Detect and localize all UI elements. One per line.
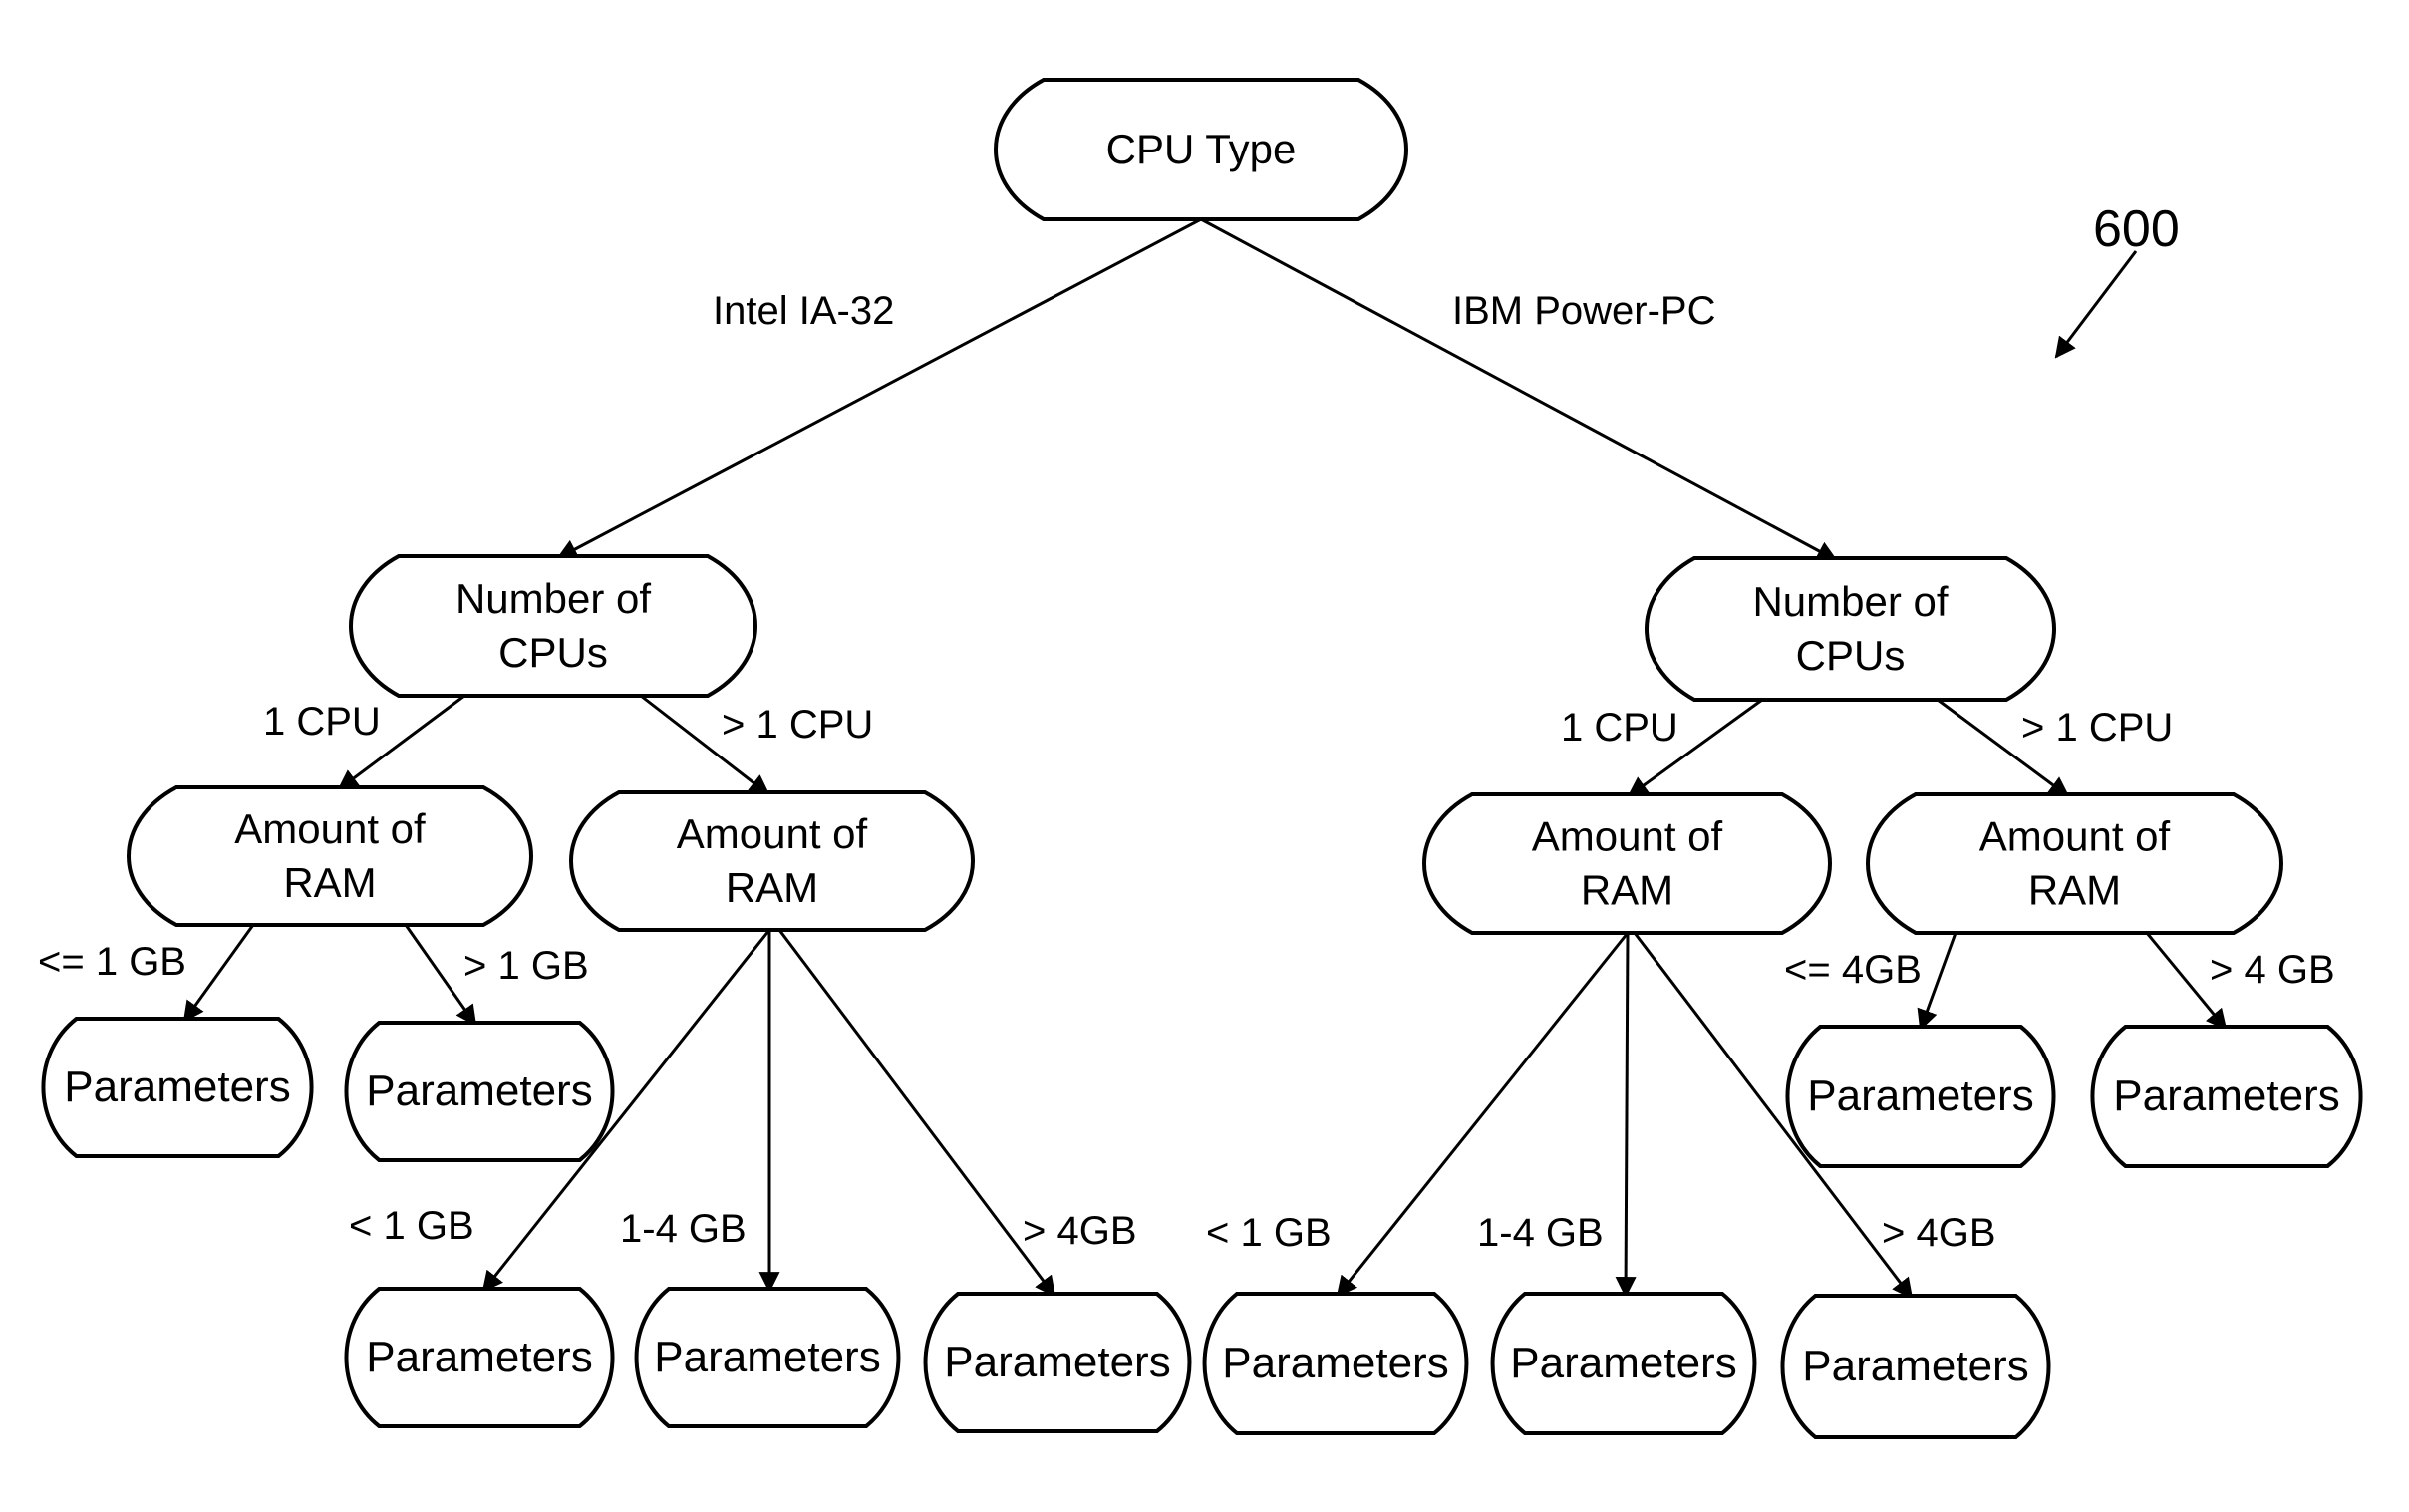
edge-label: Intel IA-32 xyxy=(713,289,894,333)
node-label: Amount of xyxy=(234,805,426,852)
root-node-cpu-type: CPU Type xyxy=(994,78,1408,221)
node-label: Parameters xyxy=(1222,1339,1448,1387)
node-label: Amount of xyxy=(1532,813,1723,860)
node-label: Parameters xyxy=(2113,1071,2339,1120)
edge-arrow xyxy=(556,217,1202,560)
node-label: Parameters xyxy=(366,1066,592,1115)
figure-reference: 600 xyxy=(2054,200,2180,359)
edge-label: > 1 CPU xyxy=(2021,706,2173,750)
decision-node-amount-of-ram: Amount of RAM xyxy=(569,790,975,932)
node-label: RAM xyxy=(726,864,818,911)
node-label: CPUs xyxy=(1796,632,1906,679)
leaf-node-parameters: Parameters xyxy=(41,1017,314,1158)
node-label: Amount of xyxy=(677,810,868,857)
edge-label: > 4GB xyxy=(1023,1209,1137,1253)
node-label: Parameters xyxy=(654,1333,880,1381)
node-label: Parameters xyxy=(1807,1071,2033,1120)
edge-label: 1 CPU xyxy=(263,700,381,744)
node-label: Parameters xyxy=(64,1062,290,1111)
node-label: RAM xyxy=(283,859,376,906)
node-label: Parameters xyxy=(366,1333,592,1381)
decision-node-number-of-cpus: Number of CPUs xyxy=(349,554,757,698)
figure-reference-arrow-icon xyxy=(2054,250,2138,359)
node-label: Parameters xyxy=(944,1338,1170,1386)
leaf-node-parameters: Parameters xyxy=(634,1287,901,1428)
node-label: Parameters xyxy=(1802,1342,2028,1390)
decision-node-amount-of-ram: Amount of RAM xyxy=(1422,792,1832,935)
leaf-node-parameters: Parameters xyxy=(1490,1292,1757,1435)
node-label: Parameters xyxy=(1510,1339,1736,1387)
edge-label: <= 4GB xyxy=(1784,948,1922,992)
edge-label: > 4GB xyxy=(1882,1211,1996,1255)
node-label: Amount of xyxy=(1979,813,2171,860)
decision-node-number-of-cpus: Number of CPUs xyxy=(1645,556,2056,702)
leaf-node-parameters: Parameters xyxy=(1780,1294,2051,1439)
edge-label: 1 CPU xyxy=(1561,706,1678,750)
leaf-node-parameters: Parameters xyxy=(344,1021,615,1162)
edge-label: IBM Power-PC xyxy=(1452,289,1716,333)
leaf-node-parameters: Parameters xyxy=(923,1292,1192,1433)
decision-node-amount-of-ram: Amount of RAM xyxy=(127,785,533,927)
leaf-node-parameters: Parameters xyxy=(1785,1025,2056,1168)
node-label: Number of xyxy=(455,575,651,622)
node-label: RAM xyxy=(1581,867,1673,914)
edge-arrow xyxy=(1615,932,1637,1299)
node-label: Number of xyxy=(1752,578,1948,625)
edge-label: < 1 GB xyxy=(349,1204,474,1248)
edge-arrow xyxy=(777,929,1056,1298)
figure-reference-number: 600 xyxy=(2093,200,2180,258)
edge-label: <= 1 GB xyxy=(38,940,186,984)
decision-node-amount-of-ram: Amount of RAM xyxy=(1866,792,2283,935)
edge-arrow xyxy=(1917,932,1957,1031)
edge-label: > 4 GB xyxy=(2210,948,2335,992)
leaf-node-parameters: Parameters xyxy=(1202,1292,1469,1435)
node-label: CPU Type xyxy=(1106,126,1297,172)
edge-label: 1-4 GB xyxy=(620,1207,747,1251)
node-label: CPUs xyxy=(498,629,608,676)
edge-label: > 1 GB xyxy=(463,944,589,988)
edge-label: > 1 CPU xyxy=(722,703,873,747)
edge-arrow xyxy=(1200,217,1838,562)
edge-arrow xyxy=(182,924,255,1023)
edge-label: 1-4 GB xyxy=(1477,1211,1604,1255)
decision-tree-diagram: CPU Type Number of CPUs Number of CPUs Amount… xyxy=(38,78,2363,1439)
leaf-node-parameters: Parameters xyxy=(344,1287,615,1428)
node-label: RAM xyxy=(2028,867,2121,914)
edge-label: < 1 GB xyxy=(1206,1211,1332,1255)
leaf-node-parameters: Parameters xyxy=(2090,1025,2363,1168)
